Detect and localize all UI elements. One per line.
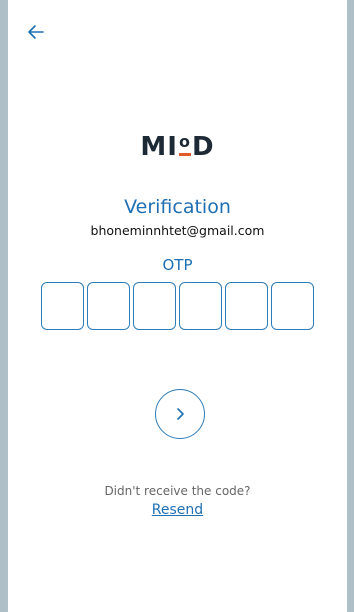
otp-digit-6[interactable] [271,282,314,330]
logo-part-right: D [191,132,215,162]
app-logo: MIoD [8,132,347,162]
otp-digit-5[interactable] [225,282,268,330]
email-text: bhoneminnhtet@gmail.com [90,223,265,238]
otp-digit-2[interactable] [87,282,130,330]
page-title: Verification [124,196,231,218]
otp-digit-4[interactable] [179,282,222,330]
submit-button[interactable] [155,389,205,439]
logo-part-o: o [178,132,191,156]
back-button[interactable] [22,18,50,46]
no-code-text: Didn't receive the code? [104,484,251,498]
otp-input-group [41,282,314,330]
verification-screen: MIoD Verification bhoneminnhtet@gmail.co… [8,0,347,612]
logo-part-left: MI [140,132,178,162]
resend-link[interactable]: Resend [8,502,347,518]
otp-digit-1[interactable] [41,282,84,330]
chevron-right-icon [177,408,184,420]
otp-label: OTP [162,256,193,274]
arrow-left-icon [28,25,44,39]
otp-digit-3[interactable] [133,282,176,330]
